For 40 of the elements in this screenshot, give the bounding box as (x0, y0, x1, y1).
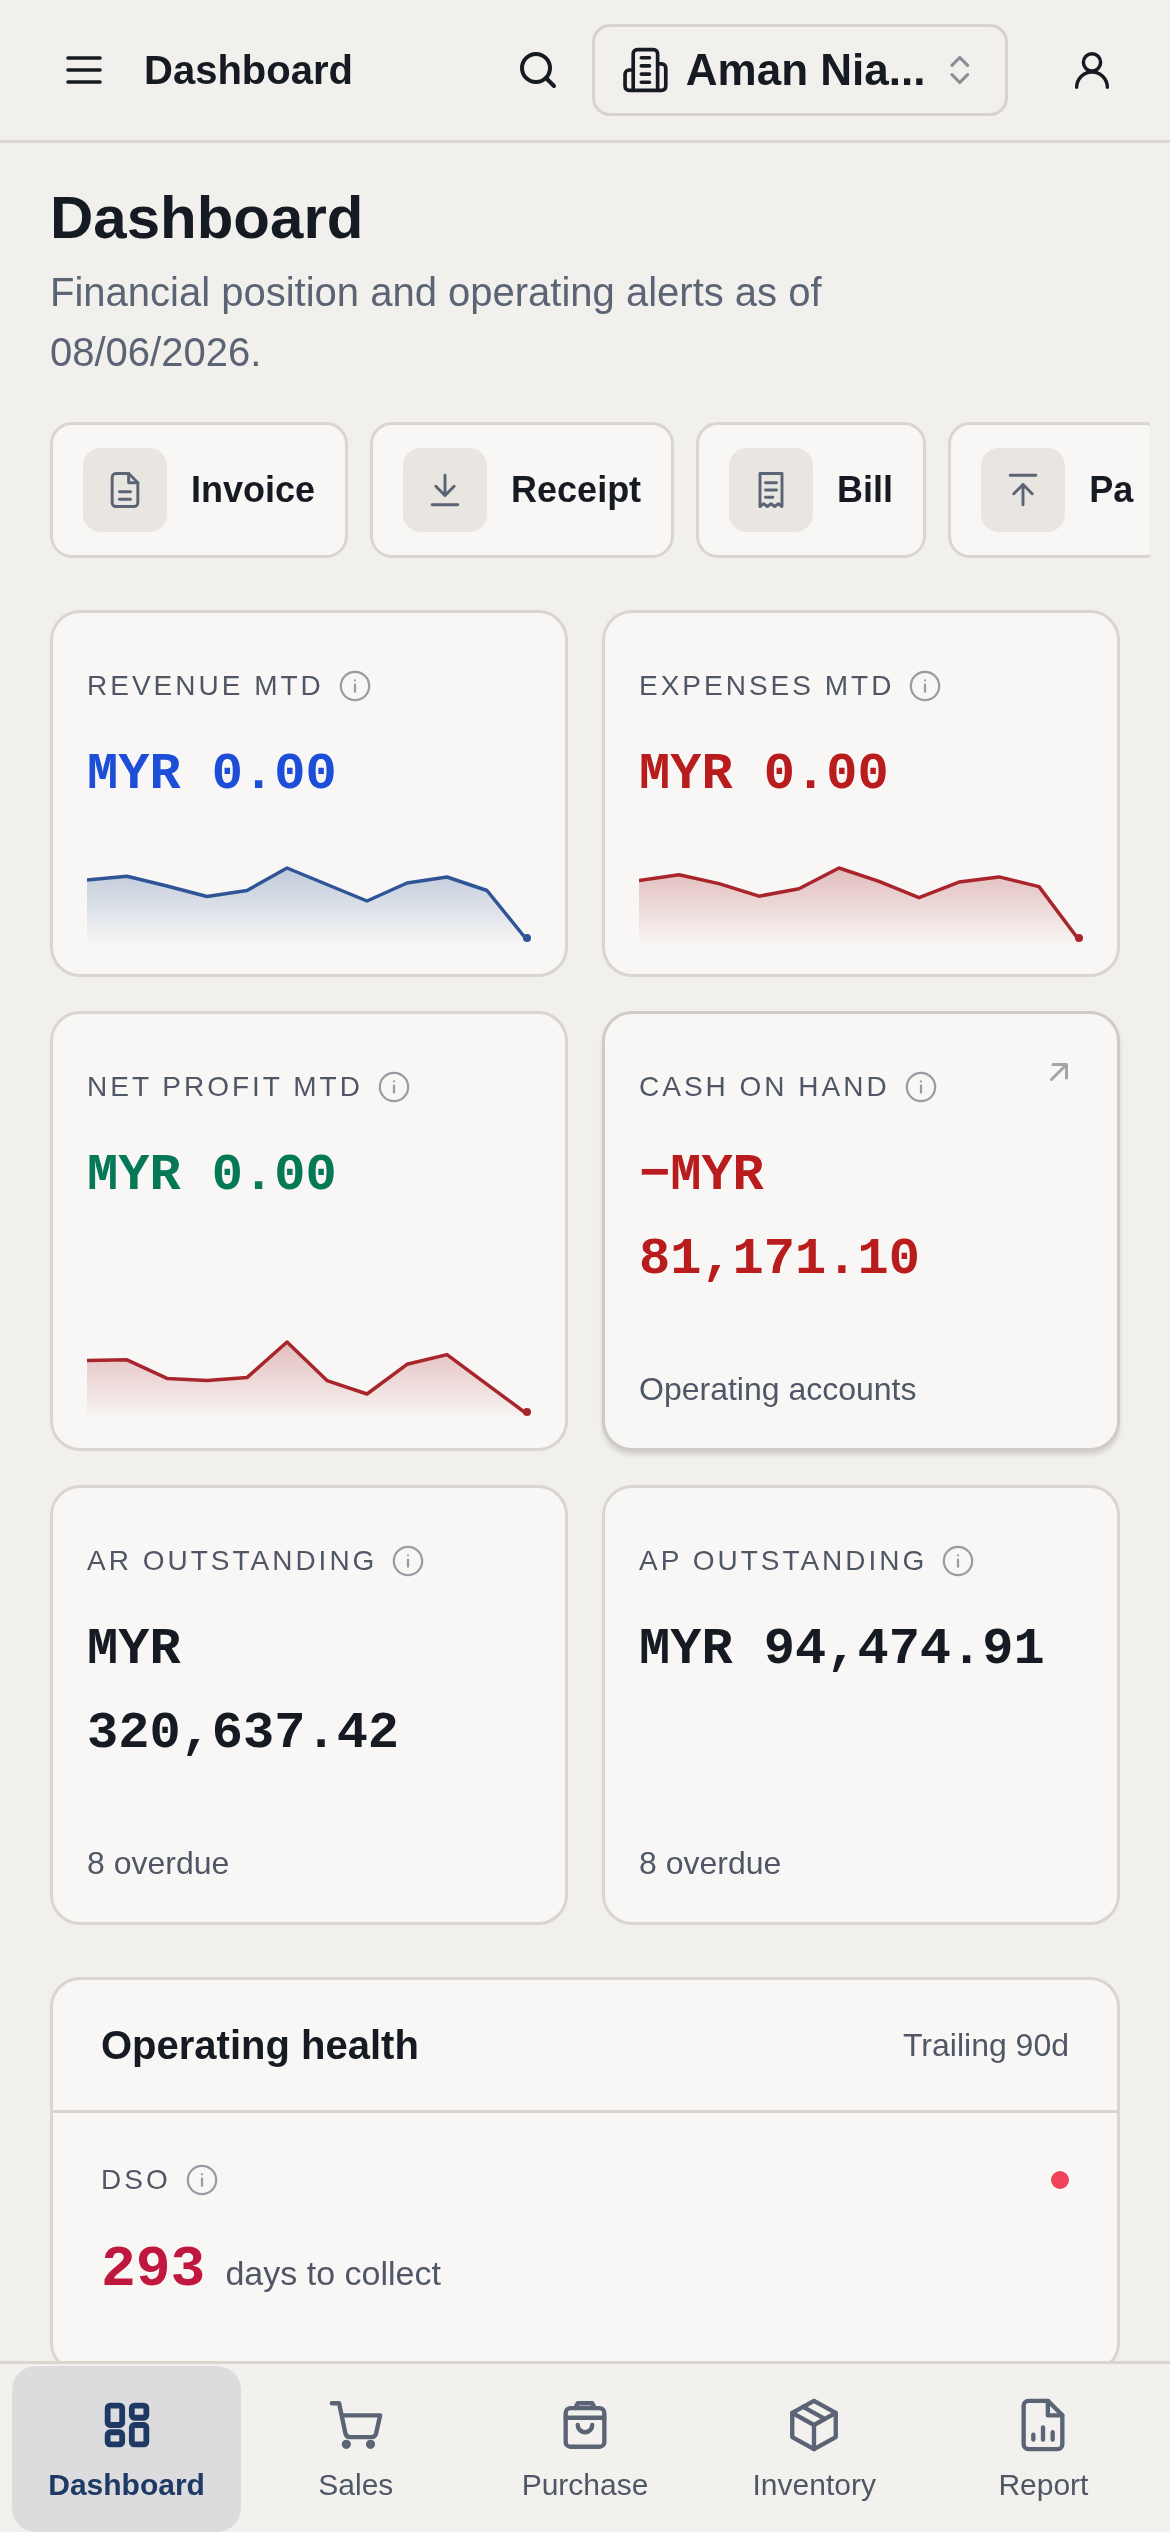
card-note: Operating accounts (639, 1371, 918, 1408)
quick-action-button[interactable]: Invoice (50, 422, 349, 558)
metric-unit: days to collect (225, 2254, 441, 2293)
quick-action-button[interactable]: Bill (696, 422, 927, 558)
nav-tab[interactable]: Dashboard (12, 2366, 242, 2532)
subtitle: Financial position and operating alerts as of 08/06/2026. (50, 269, 823, 376)
card-value: MYR 0.00 (87, 744, 338, 806)
period-label: Trailing 90d (903, 2026, 1069, 2064)
card-label: NET PROFIT MTD (87, 1071, 363, 1103)
card-label: EXPENSES MTD (639, 670, 895, 702)
nav-tab[interactable]: Sales (241, 2366, 471, 2532)
metric-label: DSO (101, 2164, 171, 2196)
card-note: 8 overdue (87, 1845, 231, 1882)
info-icon (337, 669, 372, 703)
page-title: Dashboard (144, 47, 354, 93)
card-value: MYR 94,474.91 (639, 1619, 1046, 1681)
nav-tab[interactable]: Inventory (699, 2366, 929, 2532)
card-value: MYR 0.00 (87, 1145, 338, 1207)
card-value: −MYR 81,171.10 (639, 1145, 921, 1291)
card-value: MYR 0.00 (639, 744, 890, 806)
heading: Dashboard (50, 183, 365, 252)
nav-tab[interactable]: Purchase (470, 2366, 700, 2532)
card-label: AR OUTSTANDING (87, 1545, 378, 1577)
info-icon (376, 1070, 411, 1104)
card-note: 8 overdue (639, 1845, 783, 1882)
section-title: Operating health (101, 2022, 419, 2068)
quick-action-button[interactable]: Pa (948, 422, 1150, 558)
quick-action-button[interactable]: Receipt (370, 422, 675, 558)
info-icon (391, 1544, 426, 1578)
organization-selector[interactable]: Aman Nia... (592, 24, 1008, 116)
info-icon (903, 1070, 938, 1104)
info-icon (184, 2163, 219, 2197)
card-label: CASH ON HAND (639, 1071, 890, 1103)
info-icon (908, 669, 943, 703)
info-icon (941, 1544, 976, 1578)
metric-value: 293 (101, 2237, 206, 2302)
card-label: AP OUTSTANDING (639, 1545, 928, 1577)
nav-tab[interactable]: Report (928, 2366, 1158, 2532)
card-value: MYR 320,637.42 (87, 1619, 401, 1765)
card-label: REVENUE MTD (87, 670, 324, 702)
